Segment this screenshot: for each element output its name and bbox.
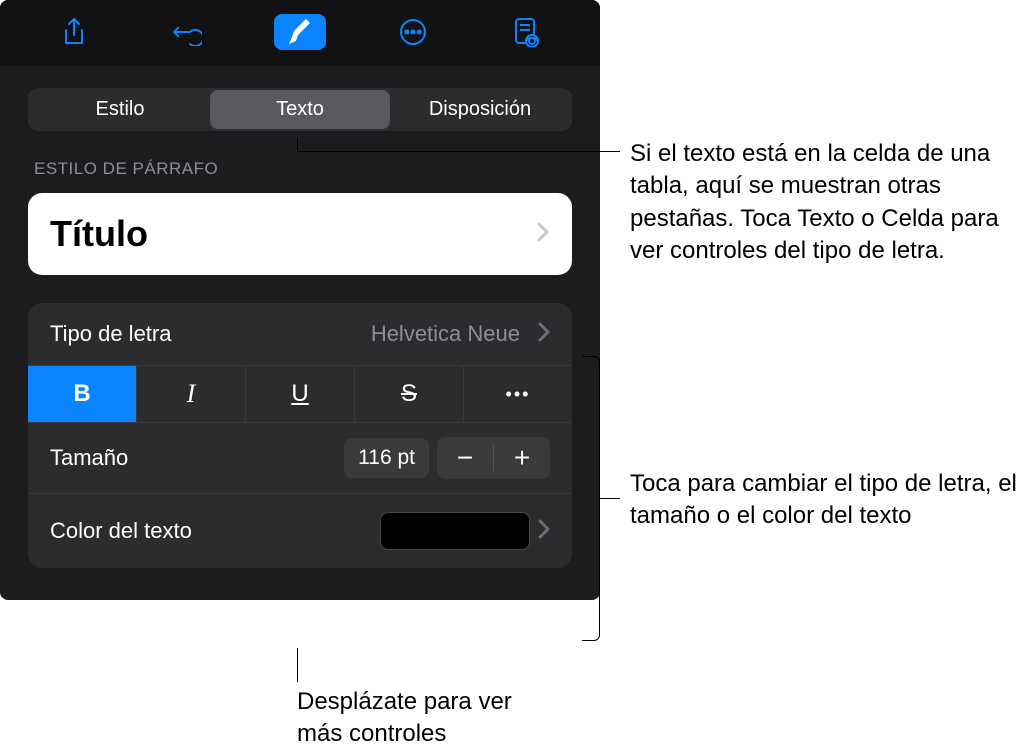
paragraph-style-header: Estilo de párrafo (34, 159, 566, 179)
size-value[interactable]: 116 pt (344, 438, 429, 478)
font-row-label: Tipo de letra (50, 321, 171, 347)
size-label: Tamaño (50, 445, 128, 471)
text-color-label: Color del texto (50, 518, 192, 544)
chevron-right-icon (536, 221, 550, 248)
callout-line (297, 138, 298, 151)
paragraph-style-label: Título (50, 213, 148, 255)
more-icon[interactable] (387, 14, 439, 50)
callout-scroll: Desplázate para ver más controles (297, 686, 557, 751)
font-group: Tipo de letra Helvetica Neue B I U S •••… (28, 303, 572, 568)
callout-line (297, 648, 298, 682)
callout-tabs: Si el texto está en la celda de una tabl… (630, 138, 1027, 268)
callout-font-controls: Toca para cambiar el tipo de letra, el t… (630, 468, 1027, 533)
font-row-right: Helvetica Neue (371, 321, 550, 347)
text-color-right (380, 512, 550, 550)
size-increase-button[interactable]: + (494, 437, 550, 479)
callout-bracket-tail (600, 498, 620, 499)
format-brush-icon[interactable] (274, 14, 326, 50)
italic-button[interactable]: I (137, 366, 246, 422)
size-decrease-button[interactable]: − (437, 437, 493, 479)
size-row: Tamaño 116 pt − + (28, 423, 572, 494)
color-swatch[interactable] (380, 512, 530, 550)
format-panel: Estilo Texto Disposición Estilo de párra… (0, 0, 600, 600)
document-view-icon[interactable] (500, 14, 552, 50)
tab-style[interactable]: Estilo (30, 90, 210, 129)
paragraph-style-button[interactable]: Título (28, 193, 572, 275)
size-controls: 116 pt − + (344, 437, 550, 479)
tabs: Estilo Texto Disposición (28, 88, 572, 131)
bold-button[interactable]: B (28, 366, 137, 422)
size-stepper: − + (437, 437, 550, 479)
tab-text[interactable]: Texto (210, 90, 390, 129)
callout-line (297, 151, 620, 152)
tab-layout[interactable]: Disposición (390, 90, 570, 129)
undo-icon[interactable] (161, 14, 213, 50)
text-color-row[interactable]: Color del texto (28, 494, 572, 568)
callout-bracket (582, 356, 600, 641)
format-row: B I U S ••• (28, 366, 572, 423)
font-value: Helvetica Neue (371, 321, 520, 347)
strikethrough-button[interactable]: S (355, 366, 464, 422)
top-toolbar (0, 0, 600, 66)
underline-button[interactable]: U (246, 366, 355, 422)
chevron-right-icon (538, 519, 550, 544)
font-row[interactable]: Tipo de letra Helvetica Neue (28, 303, 572, 366)
share-icon[interactable] (48, 14, 100, 50)
chevron-right-icon (538, 322, 550, 347)
more-format-button[interactable]: ••• (464, 366, 572, 422)
